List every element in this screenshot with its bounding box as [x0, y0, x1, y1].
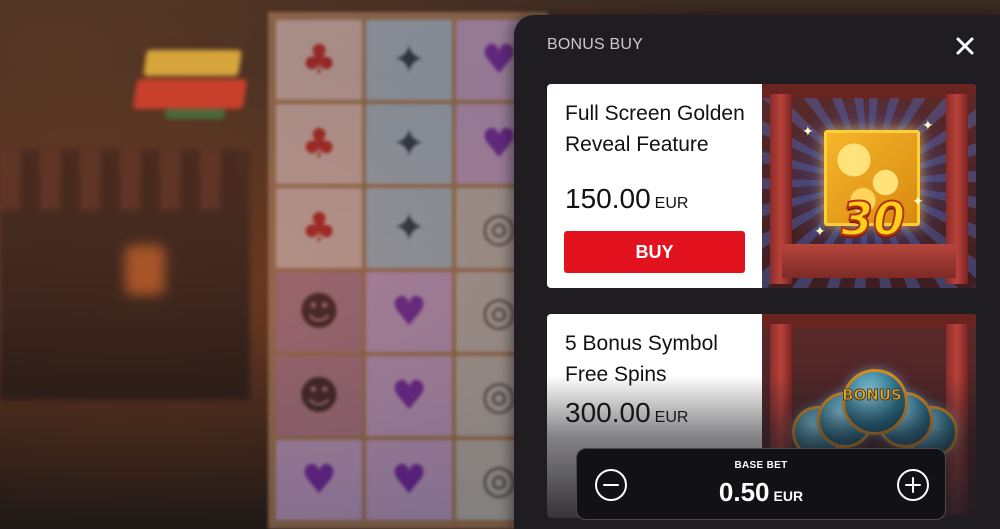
symbol-shuriken: ✦ — [366, 20, 452, 100]
feature-artwork-golden-reveal: 30 ✦ ✦ ✦ ✦ — [762, 84, 976, 288]
artwork-badge: 30 — [840, 191, 906, 247]
symbol-heart: ♥ — [366, 440, 452, 520]
symbol-heart: ♥ — [366, 356, 452, 436]
symbol-clover: ♣ — [276, 188, 362, 268]
symbol-character: ☻ — [276, 272, 362, 352]
feature-name: 5 Bonus Symbol Free Spins — [565, 332, 718, 386]
feature-info: Full Screen Golden Reveal Feature 150.00… — [547, 84, 762, 288]
increase-bet-button[interactable] — [896, 468, 930, 502]
feature-price: 150.00 EUR — [565, 183, 688, 215]
close-button[interactable] — [951, 32, 979, 60]
price-value: 150.00 — [565, 183, 651, 214]
base-bet-control: BASE BET 0.50 EUR — [576, 448, 946, 520]
sparkle-icon: ✦ — [922, 118, 934, 134]
symbol-heart: ♥ — [276, 440, 362, 520]
symbol-shuriken: ✦ — [366, 104, 452, 184]
symbol-character: ☻ — [276, 356, 362, 436]
bet-currency: EUR — [773, 488, 804, 504]
symbol-clover: ♣ — [276, 104, 362, 184]
panel-title: BONUS BUY — [547, 36, 644, 53]
feature-card-golden-reveal: Full Screen Golden Reveal Feature 150.00… — [547, 84, 976, 288]
sparkle-icon: ✦ — [802, 124, 814, 140]
slot-reels: ♣ ✦ ♥ ♣ ✦ ♥ ♣ ✦ ◎ ☻ ♥ ◎ ☻ ♥ ◎ ♥ ♥ ◎ — [268, 12, 548, 529]
bet-value: 0.50 — [718, 477, 770, 507]
artwork-badge: BONUS — [842, 386, 903, 405]
price-value: 300.00 — [565, 397, 651, 428]
price-currency: EUR — [654, 409, 689, 426]
symbol-clover: ♣ — [276, 20, 362, 100]
price-currency: EUR — [654, 195, 689, 212]
base-bet-amount: 0.50 EUR — [577, 477, 945, 508]
buy-button[interactable]: BUY — [564, 231, 745, 273]
symbol-heart: ♥ — [366, 272, 452, 352]
feature-name: Full Screen Golden Reveal Feature — [565, 102, 745, 156]
close-icon — [956, 37, 974, 55]
sparkle-icon: ✦ — [814, 224, 826, 240]
game-logo — [132, 45, 250, 120]
symbol-shuriken: ✦ — [366, 188, 452, 268]
sparkle-icon: ✦ — [912, 194, 924, 210]
background-lantern — [125, 245, 165, 295]
game-screen: ♣ ✦ ♥ ♣ ✦ ♥ ♣ ✦ ◎ ☻ ♥ ◎ ☻ ♥ ◎ ♥ ♥ ◎ BONU… — [0, 0, 1000, 529]
feature-price: 300.00 EUR — [565, 397, 688, 429]
plus-circle-icon — [897, 469, 929, 501]
base-bet-label: BASE BET — [734, 460, 788, 471]
background-awning — [0, 150, 240, 210]
bonus-buy-panel: BONUS BUY Full Screen Golden Reveal Feat… — [514, 15, 1000, 529]
